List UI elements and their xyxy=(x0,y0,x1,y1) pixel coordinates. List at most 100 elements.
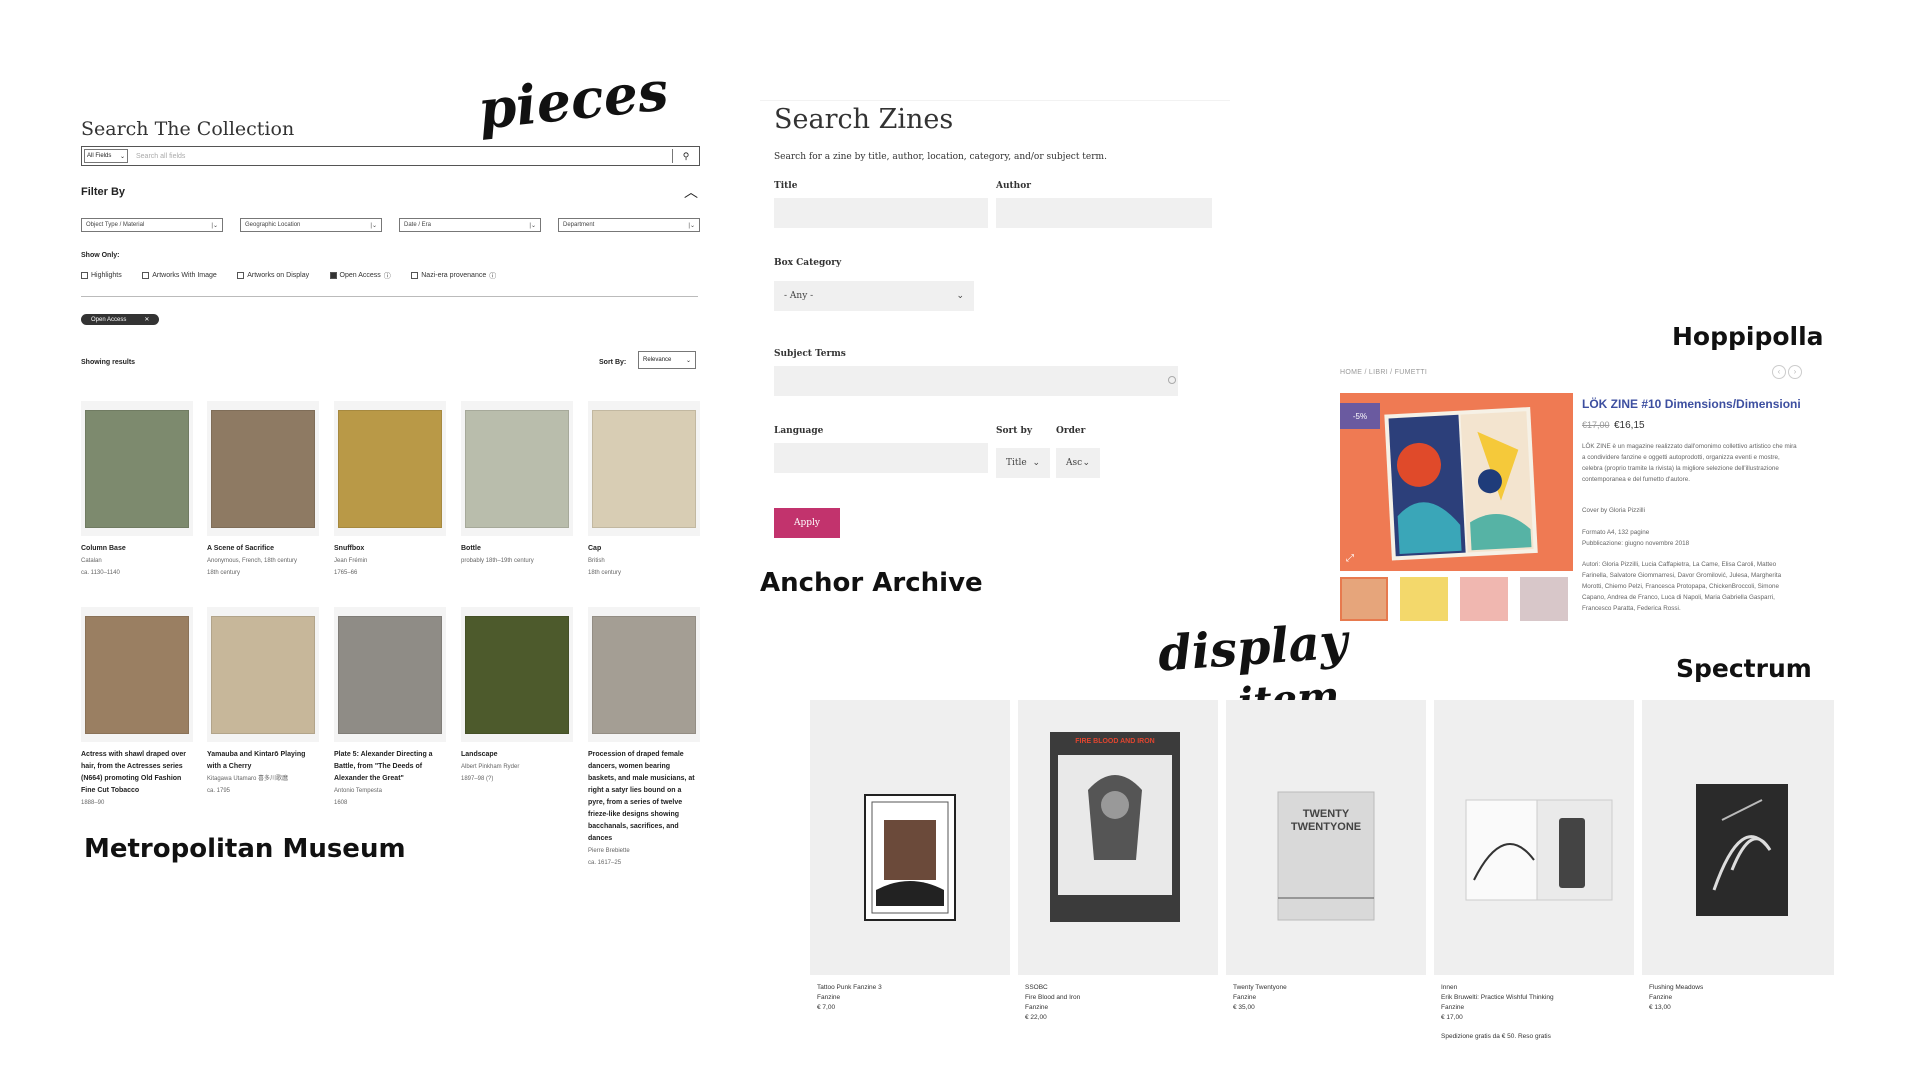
chevron-down-icon: |⌄ xyxy=(529,222,536,229)
artwork-meta: British xyxy=(588,558,605,564)
aa-sortby-select[interactable]: Title ⌄ xyxy=(996,448,1050,478)
artwork-image xyxy=(461,607,573,742)
artwork-title[interactable]: Procession of draped female dancers, wom… xyxy=(588,749,700,845)
product-cover-credit: Cover by Gloria Pizzilli xyxy=(1582,507,1645,514)
artwork-meta: 18th century xyxy=(588,570,622,576)
met-result-card[interactable]: Cap British 18th century xyxy=(588,401,700,579)
artwork-meta: Catalan xyxy=(81,558,102,564)
met-result-card[interactable]: Bottle probably 18th–19th century xyxy=(461,401,573,567)
aa-subject-terms-input[interactable] xyxy=(774,366,1178,396)
thumbnail[interactable] xyxy=(1520,577,1568,621)
met-filter-object-type[interactable]: Object Type / Material |⌄ xyxy=(81,218,223,232)
anchor-archive-label: Anchor Archive xyxy=(760,568,983,598)
product-image xyxy=(1642,700,1834,975)
met-filter-date[interactable]: Date / Era |⌄ xyxy=(399,218,541,232)
met-field-select[interactable]: All Fields ⌄ xyxy=(84,149,128,163)
artwork-title[interactable]: A Scene of Sacrifice xyxy=(207,543,319,555)
prev-arrow-icon[interactable]: ‹ xyxy=(1772,365,1786,379)
search-icon: ⚲ xyxy=(682,150,690,161)
aa-author-label: Author xyxy=(996,181,1031,191)
product-authors: Autori: Gloria Pizzilli, Lucia Caffapiet… xyxy=(1582,561,1782,612)
met-result-card[interactable]: Plate 5: Alexander Directing a Battle, f… xyxy=(334,607,446,809)
thumbnail[interactable] xyxy=(1460,577,1508,621)
met-search-panel: Search The Collection All Fields ⌄ Search… xyxy=(80,110,700,870)
next-arrow-icon[interactable]: › xyxy=(1788,365,1802,379)
met-result-card[interactable]: Actress with shawl draped over hair, fro… xyxy=(81,607,193,809)
met-check-with-image[interactable]: Artworks With Image xyxy=(142,272,217,279)
artwork-image xyxy=(588,401,700,536)
chevron-down-icon: ⌄ xyxy=(685,357,691,364)
thumbnail[interactable] xyxy=(1400,577,1448,621)
met-filter-department[interactable]: Department |⌄ xyxy=(558,218,700,232)
met-search-input[interactable]: Search all fields xyxy=(130,153,672,160)
product-main-image[interactable]: -5% ⤢ xyxy=(1340,393,1573,571)
product-card[interactable]: TWENTY TWENTYONE Twenty Twentyone Fanzin… xyxy=(1226,700,1426,1013)
handwritten-display-label: display xyxy=(1156,613,1350,683)
chevron-down-icon: ⌄ xyxy=(1032,458,1040,468)
met-result-card[interactable]: Landscape Albert Pinkham Ryder 1897–98 (?) xyxy=(461,607,573,785)
artwork-title[interactable]: Column Base xyxy=(81,543,193,555)
product-card[interactable]: Tattoo Punk Fanzine 3 Fanzine € 7,00 xyxy=(810,700,1010,1013)
aa-apply-button[interactable]: Apply xyxy=(774,508,840,538)
aa-language-input[interactable] xyxy=(774,443,988,473)
artwork-image xyxy=(461,401,573,536)
artwork-title[interactable]: Snuffbox xyxy=(334,543,446,555)
met-showing-results: Showing results xyxy=(81,359,136,366)
aa-order-select[interactable]: Asc ⌄ xyxy=(1056,448,1100,478)
artwork-image xyxy=(334,607,446,742)
active-filter-chip[interactable]: Open Access ✕ xyxy=(81,314,160,325)
met-search-button[interactable]: ⚲ xyxy=(672,149,699,163)
thumbnail[interactable] xyxy=(1340,577,1388,621)
zoom-icon[interactable]: ⤢ xyxy=(1346,553,1354,564)
met-result-card[interactable]: Yamauba and Kintarō Playing with a Cherr… xyxy=(207,607,319,797)
artwork-thumbnail xyxy=(465,409,569,528)
old-price: €17,00 xyxy=(1582,420,1610,430)
aa-title-label: Title xyxy=(774,181,798,191)
artwork-thumbnail xyxy=(338,615,442,734)
artwork-meta: 1897–98 (?) xyxy=(461,776,494,782)
product-title: LÖK ZINE #10 Dimensions/Dimensioni xyxy=(1582,397,1801,411)
product-card[interactable]: Innen Erik Bruwelti: Practice Wishful Th… xyxy=(1434,700,1634,1040)
met-result-card[interactable]: Procession of draped female dancers, wom… xyxy=(588,607,700,869)
aa-title-input[interactable] xyxy=(774,198,988,228)
met-check-highlights[interactable]: Highlights xyxy=(81,272,122,279)
met-result-card[interactable]: Column Base Catalan ca. 1130–1140 xyxy=(81,401,193,579)
met-check-nazi-era[interactable]: Nazi-era provenance ⓘ xyxy=(411,271,496,281)
artwork-title[interactable]: Plate 5: Alexander Directing a Battle, f… xyxy=(334,749,446,785)
aa-author-input[interactable] xyxy=(996,198,1212,228)
met-result-card[interactable]: A Scene of Sacrifice Anonymous, French, 1… xyxy=(207,401,319,579)
info-icon: ⓘ xyxy=(383,272,391,280)
chevron-down-icon: |⌄ xyxy=(211,222,218,229)
cover-title: FIRE BLOOD AND IRON xyxy=(1075,738,1155,745)
met-result-card[interactable]: Snuffbox Jean Frémin 1765–66 xyxy=(334,401,446,579)
met-sort-select[interactable]: Relevance ⌄ xyxy=(638,351,696,369)
artwork-image xyxy=(334,401,446,536)
artwork-title[interactable]: Landscape xyxy=(461,749,573,761)
met-filter-geographic[interactable]: Geographic Location |⌄ xyxy=(240,218,382,232)
artwork-meta: 1888–90 xyxy=(81,800,105,806)
artwork-title[interactable]: Bottle xyxy=(461,543,573,555)
product-card[interactable]: Flushing Meadows Fanzine € 13,00 xyxy=(1642,700,1834,1013)
aa-sortby-label: Sort by xyxy=(996,426,1033,436)
aa-box-category-select[interactable]: - Any - ⌄ xyxy=(774,281,974,311)
artwork-thumbnail xyxy=(85,615,189,734)
artwork-meta: probably 18th–19th century xyxy=(461,558,534,564)
met-check-on-display[interactable]: Artworks on Display xyxy=(237,272,309,279)
current-price: €16,15 xyxy=(1613,420,1645,431)
chevron-down-icon: ⌄ xyxy=(119,153,125,160)
chevron-up-icon[interactable]: ︿ xyxy=(684,182,698,202)
product-image: TWENTY TWENTYONE xyxy=(1226,700,1426,975)
aa-box-category-label: Box Category xyxy=(774,258,842,268)
chevron-down-icon: |⌄ xyxy=(688,222,695,229)
product-card[interactable]: FIRE BLOOD AND IRON SSOBC Fire Blood and… xyxy=(1018,700,1218,1023)
artwork-title[interactable]: Yamauba and Kintarō Playing with a Cherr… xyxy=(207,749,319,773)
artwork-title[interactable]: Cap xyxy=(588,543,700,555)
artwork-image xyxy=(207,401,319,536)
hoppipolla-product-panel: HOME / LIBRI / FUMETTI ‹ › -5% ⤢ LÖK ZIN… xyxy=(1340,365,1810,625)
artwork-thumbnail xyxy=(592,409,696,528)
met-check-open-access[interactable]: Open Access ⓘ xyxy=(329,271,391,281)
aa-language-label: Language xyxy=(774,426,824,436)
met-page-title: Search The Collection xyxy=(81,118,295,140)
artwork-title[interactable]: Actress with shawl draped over hair, fro… xyxy=(81,749,193,797)
close-icon[interactable]: ✕ xyxy=(144,316,149,323)
